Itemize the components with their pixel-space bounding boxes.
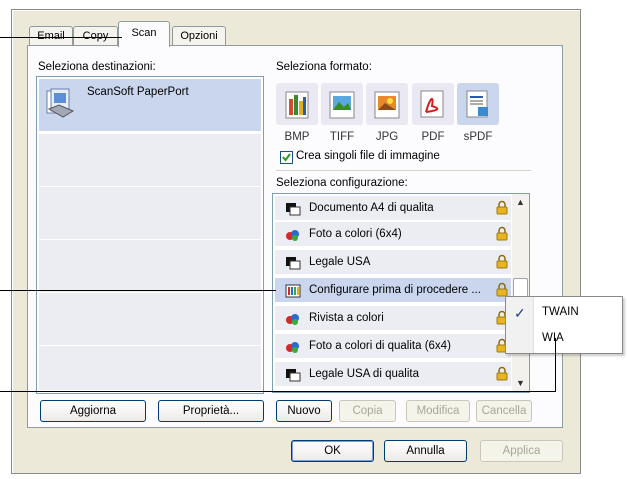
color-scan-icon bbox=[285, 227, 301, 241]
config-item-label: Legale USA di qualita bbox=[309, 368, 419, 380]
cancel-button[interactable]: Annulla bbox=[384, 440, 467, 462]
scrollbar-thumb[interactable] bbox=[513, 278, 528, 298]
format-spdf-label: sPDF bbox=[463, 131, 493, 143]
color-scan-icon bbox=[285, 339, 301, 353]
menu-item-wia[interactable]: WIA bbox=[542, 332, 564, 344]
configurations-list[interactable]: Documento A4 di qualita Foto a colori (6… bbox=[272, 193, 530, 393]
format-tiff[interactable] bbox=[321, 83, 363, 125]
bw-scan-icon bbox=[285, 255, 301, 270]
pdf-icon bbox=[420, 88, 448, 123]
destination-item[interactable] bbox=[39, 346, 261, 390]
format-pdf-label: PDF bbox=[421, 131, 445, 143]
destination-item[interactable] bbox=[39, 134, 261, 186]
config-item[interactable]: Legale USA bbox=[275, 250, 511, 274]
lock-icon bbox=[496, 366, 508, 381]
single-files-checkbox[interactable] bbox=[280, 151, 293, 164]
lock-icon bbox=[496, 282, 508, 297]
format-spdf[interactable] bbox=[457, 83, 499, 125]
configure-icon bbox=[285, 283, 301, 298]
bw-scan-icon bbox=[285, 201, 301, 216]
copy-button[interactable]: Copia bbox=[339, 400, 396, 422]
destinations-label: Seleziona destinazioni: bbox=[38, 61, 156, 73]
format-jpg-label: JPG bbox=[375, 131, 399, 143]
callout-line-tabs bbox=[0, 37, 122, 38]
format-label: Seleziona formato: bbox=[276, 61, 372, 73]
lock-icon bbox=[496, 226, 508, 241]
bw-scan-icon bbox=[285, 367, 301, 382]
lock-icon bbox=[496, 200, 508, 215]
format-pdf[interactable] bbox=[412, 83, 454, 125]
format-bmp-label: BMP bbox=[284, 131, 310, 143]
config-item-label: Rivista a colori bbox=[309, 312, 384, 324]
menu-item-twain[interactable]: TWAIN bbox=[542, 306, 579, 318]
tiff-icon bbox=[329, 89, 357, 122]
spdf-icon bbox=[466, 88, 492, 123]
scroll-down-icon[interactable]: ▼ bbox=[512, 375, 529, 392]
config-item-selected[interactable]: Configurare prima di procedere ... bbox=[275, 278, 511, 302]
single-files-label: Crea singoli file di immagine bbox=[296, 150, 440, 162]
check-icon: ✓ bbox=[514, 305, 526, 321]
config-item[interactable]: Foto a colori (6x4) bbox=[275, 222, 511, 246]
destination-item[interactable] bbox=[39, 240, 261, 292]
ok-button[interactable]: OK bbox=[291, 440, 374, 462]
config-item-label: Foto a colori (6x4) bbox=[309, 228, 402, 240]
edit-button[interactable]: Modifica bbox=[406, 400, 470, 422]
tab-copy[interactable]: Copy bbox=[73, 26, 118, 46]
callout-line-menu-vertical bbox=[555, 338, 556, 392]
config-item[interactable]: Rivista a colori bbox=[275, 306, 511, 330]
callout-line-menu bbox=[0, 391, 556, 392]
config-item-label: Documento A4 di qualita bbox=[309, 202, 434, 214]
new-button[interactable]: Nuovo bbox=[276, 400, 332, 422]
destination-item[interactable] bbox=[39, 187, 261, 239]
destinations-list[interactable]: ScanSoft PaperPort bbox=[36, 76, 264, 394]
format-jpg[interactable] bbox=[366, 83, 408, 125]
tab-scan[interactable]: Scan bbox=[118, 21, 170, 47]
color-scan-icon bbox=[285, 311, 301, 325]
format-bmp[interactable] bbox=[276, 83, 318, 125]
config-scrollbar[interactable]: ▲ ▼ bbox=[512, 194, 529, 392]
config-item[interactable]: Documento A4 di qualita bbox=[275, 196, 511, 220]
config-item-label: Foto a colori di qualita (6x4) bbox=[309, 340, 451, 352]
config-item-label: Legale USA bbox=[309, 256, 371, 268]
tab-options[interactable]: Opzioni bbox=[172, 26, 226, 46]
delete-button[interactable]: Cancella bbox=[476, 400, 532, 422]
format-tiff-label: TIFF bbox=[329, 131, 355, 143]
destination-item[interactable] bbox=[39, 293, 261, 345]
config-label: Seleziona configurazione: bbox=[276, 177, 408, 189]
callout-line-config bbox=[0, 290, 276, 291]
config-item-label: Configurare prima di procedere ... bbox=[309, 284, 481, 296]
config-item[interactable]: Legale USA di qualita bbox=[275, 362, 511, 386]
lock-icon bbox=[496, 254, 508, 269]
destination-item[interactable]: ScanSoft PaperPort bbox=[39, 79, 261, 131]
separator bbox=[276, 170, 531, 171]
tab-email[interactable]: Email bbox=[29, 26, 73, 46]
properties-button[interactable]: Proprietà... bbox=[158, 400, 264, 422]
scroll-up-icon[interactable]: ▲ bbox=[512, 194, 529, 211]
refresh-button[interactable]: Aggiorna bbox=[40, 400, 146, 422]
source-context-menu: ✓ TWAIN WIA bbox=[505, 296, 623, 354]
apply-button[interactable]: Applica bbox=[480, 440, 563, 462]
destination-label: ScanSoft PaperPort bbox=[87, 86, 189, 98]
config-item[interactable]: Foto a colori di qualita (6x4) bbox=[275, 334, 511, 358]
jpg-icon bbox=[374, 89, 402, 122]
paperport-icon bbox=[45, 87, 75, 119]
bmp-icon bbox=[285, 89, 311, 122]
